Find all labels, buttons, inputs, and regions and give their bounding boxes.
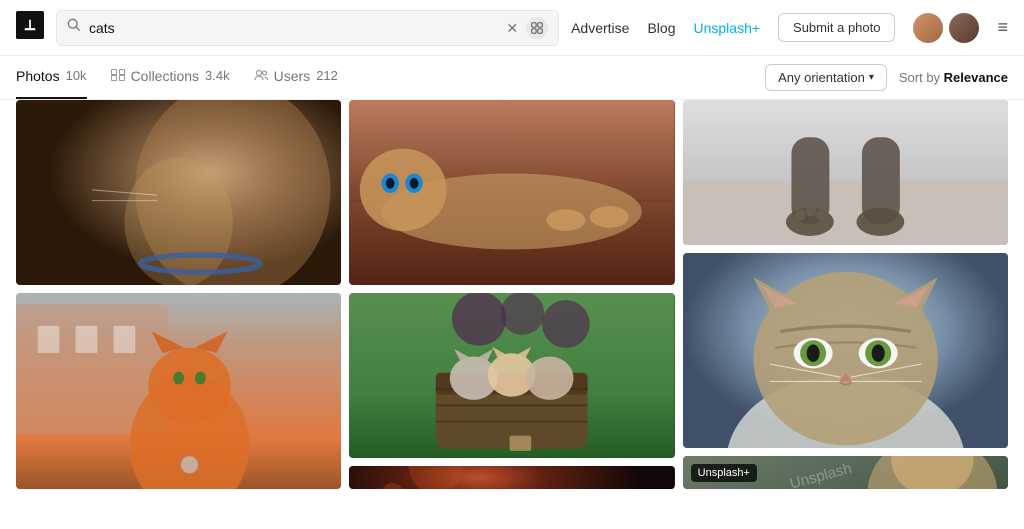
sort-label: Sort by Relevance — [899, 70, 1008, 85]
grid-col-1 — [16, 100, 341, 489]
visual-search-icon[interactable] — [526, 17, 548, 39]
photo-orange-cat-outdoors[interactable] — [16, 293, 341, 489]
grid-col-3: Unsplash+ Unsplash Unsplash Unsplash — [683, 100, 1008, 489]
tab-users[interactable]: Users 212 — [254, 56, 338, 99]
photo-cat-collar[interactable] — [16, 100, 341, 285]
photo-kittens-basket[interactable] — [349, 293, 674, 458]
nav-advertise[interactable]: Advertise — [571, 20, 629, 36]
photo-dark-bokeh[interactable] — [349, 466, 674, 489]
photo-cat-feet[interactable] — [683, 100, 1008, 245]
collections-icon — [111, 68, 125, 84]
tab-collections[interactable]: Collections 3.4k — [111, 56, 230, 99]
header-nav: Advertise Blog Unsplash+ Submit a photo … — [571, 13, 1008, 43]
tab-photos-label: Photos — [16, 68, 60, 84]
chevron-down-icon: ▾ — [869, 72, 874, 83]
tab-users-count: 212 — [316, 68, 338, 83]
submit-photo-button[interactable]: Submit a photo — [778, 13, 895, 42]
avatar-primary[interactable] — [949, 13, 979, 43]
grid-col-2 — [349, 100, 674, 489]
tab-collections-label: Collections — [131, 68, 199, 84]
search-icon — [67, 18, 81, 37]
nav-unsplash-plus[interactable]: Unsplash+ — [693, 20, 760, 36]
search-bar: ✕ — [56, 10, 559, 46]
tabs-bar: Photos 10k Collections 3.4k Users 212 — [0, 56, 1024, 100]
logo-icon[interactable] — [16, 11, 44, 44]
menu-icon[interactable]: ≡ — [997, 17, 1008, 38]
tab-photos[interactable]: Photos 10k — [16, 56, 87, 99]
tab-users-label: Users — [274, 68, 311, 84]
photo-unsplash-plus-cat[interactable]: Unsplash+ Unsplash Unsplash Unsplash — [683, 456, 1008, 489]
search-input[interactable] — [89, 20, 498, 36]
header: ✕ Advertise Blog Unsplash+ Submit a phot… — [0, 0, 1024, 56]
orientation-label: Any orientation — [778, 70, 865, 85]
orientation-filter-button[interactable]: Any orientation ▾ — [765, 64, 887, 91]
search-clear-icon[interactable]: ✕ — [506, 21, 518, 35]
unsplash-plus-badge: Unsplash+ — [691, 464, 757, 482]
users-icon — [254, 68, 268, 84]
tab-collections-count: 3.4k — [205, 68, 230, 83]
tab-photos-count: 10k — [66, 68, 87, 83]
photo-cat-blue-eyes[interactable] — [349, 100, 674, 285]
avatar-secondary[interactable] — [913, 13, 943, 43]
photo-grid: Unsplash+ Unsplash Unsplash Unsplash — [0, 100, 1024, 489]
nav-blog[interactable]: Blog — [647, 20, 675, 36]
photo-tabby-portrait[interactable] — [683, 253, 1008, 448]
avatar-group — [913, 13, 979, 43]
